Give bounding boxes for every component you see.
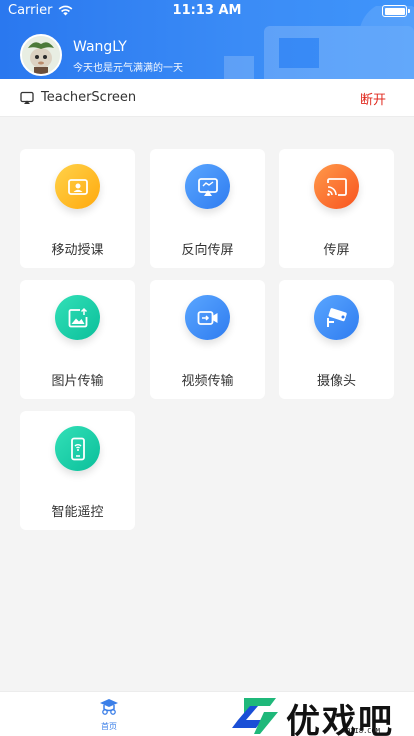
user-name: WangLY [73,39,127,55]
reverse-cast-icon [185,164,230,209]
watermark-url: YOXI8.COM [342,727,380,735]
user-motto: 今天也是元气满满的一天 [73,63,183,74]
avatar[interactable] [20,34,62,76]
feature-label: 传屏 [323,243,350,258]
video-transfer-icon [185,295,230,340]
tab-home-label: 首页 [101,722,117,731]
feature-label: 智能遥控 [51,505,104,520]
feature-mobile-teaching[interactable]: 移动授课 [20,149,135,268]
connected-screen-bar: TeacherScreen 断开 [0,79,414,117]
cast-screen-icon [314,164,359,209]
battery-icon [382,5,410,17]
smart-remote-icon [55,426,100,471]
home-graduation-icon [100,699,118,715]
disconnect-button[interactable]: 断开 [360,89,386,108]
status-bar: Carrier 11:13 AM [0,0,414,22]
feature-reverse-cast[interactable]: 反向传屏 [150,149,265,268]
feature-label: 反向传屏 [181,243,234,258]
feature-smart-remote[interactable]: 智能遥控 [20,411,135,530]
image-transfer-icon [55,295,100,340]
airplay-icon [20,91,34,104]
feature-camera[interactable]: 摄像头 [279,280,394,399]
feature-label: 移动授课 [51,243,104,258]
feature-image-transfer[interactable]: 图片传输 [20,280,135,399]
feature-video-transfer[interactable]: 视频传输 [150,280,265,399]
feature-label: 图片传输 [51,374,104,389]
profile-header: Carrier 11:13 AM WangLY 今天也是元气满满的一天 [0,0,414,79]
feature-cast-screen[interactable]: 传屏 [279,149,394,268]
tab-home[interactable]: 首页 [92,698,126,732]
avatar-image [22,36,60,74]
watermark: 优戏吧 YOXI8.COM [230,694,410,736]
feature-label: 视频传输 [181,374,234,389]
watermark-logo-icon [232,698,278,734]
status-time: 11:13 AM [172,3,242,18]
feature-label: 摄像头 [316,374,356,389]
camera-icon [314,295,359,340]
screen-name: TeacherScreen [41,90,137,105]
mobile-teaching-icon [55,164,100,209]
